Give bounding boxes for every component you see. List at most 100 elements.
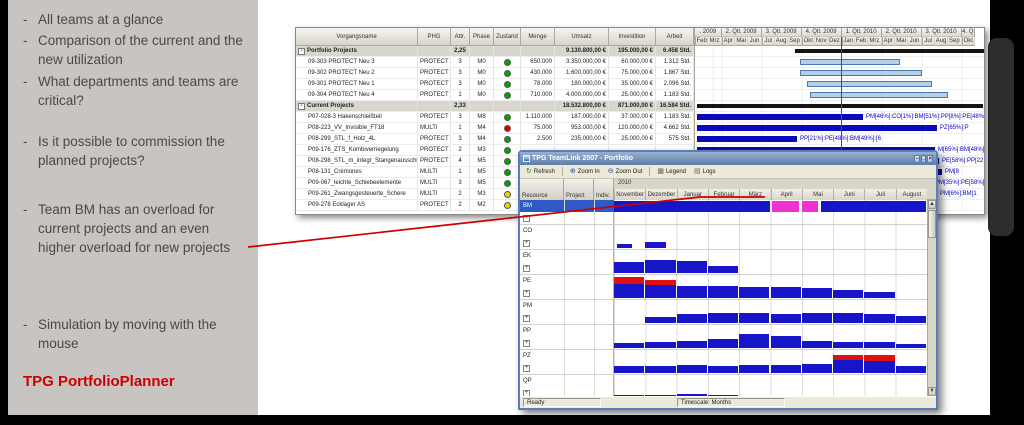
expand-icon[interactable]: +: [523, 290, 530, 297]
gantt-bar-light[interactable]: [800, 59, 900, 65]
load-bar[interactable]: [614, 201, 770, 212]
expand-icon[interactable]: +: [523, 365, 530, 372]
load-bar[interactable]: [707, 313, 739, 323]
load-bar[interactable]: [614, 284, 645, 298]
table-row[interactable]: - Portfolio Projects 2,25 9.130.800,00 €195…: [296, 46, 694, 57]
load-bar[interactable]: [645, 280, 676, 285]
col-header-phase[interactable]: Phase: [470, 28, 494, 46]
load-bar[interactable]: [801, 288, 833, 298]
load-bar[interactable]: [645, 366, 676, 373]
resource-cell[interactable]: CO +: [520, 225, 614, 249]
col-header-vorgangsname[interactable]: Vorgangsname: [296, 28, 418, 46]
load-bar[interactable]: [676, 261, 707, 273]
resource-cell[interactable]: PZ +: [520, 350, 614, 374]
load-bar[interactable]: [820, 201, 926, 212]
load-bar[interactable]: [770, 314, 801, 323]
tl-col-indiv-[interactable]: Indiv.: [594, 179, 614, 200]
resource-cell[interactable]: EK +: [520, 250, 614, 274]
resource-cell[interactable]: PE +: [520, 275, 614, 299]
scroll-thumb[interactable]: [928, 210, 936, 238]
gantt-bar-dark[interactable]: [697, 136, 797, 142]
load-bar[interactable]: [770, 336, 801, 348]
collapse-icon[interactable]: -: [298, 102, 305, 110]
load-bar[interactable]: [772, 201, 800, 212]
gantt-bar-dark[interactable]: [697, 114, 863, 120]
col-header-investition[interactable]: Investition: [609, 28, 656, 46]
vertical-scrollbar[interactable]: ▲ ▼: [927, 200, 936, 396]
load-bar[interactable]: [864, 361, 895, 373]
expand-icon[interactable]: +: [523, 315, 530, 322]
load-bar[interactable]: [707, 286, 739, 298]
scroll-up-button[interactable]: ▲: [928, 200, 936, 209]
table-row[interactable]: 09-303 PROTECT Neu 3 PROTECT 3 M0 650.000 3.3…: [296, 57, 694, 68]
expand-icon[interactable]: +: [523, 265, 530, 272]
load-bar[interactable]: [645, 260, 676, 273]
toolbar-refresh-button[interactable]: ↻ Refresh: [523, 167, 558, 176]
load-bar[interactable]: [676, 286, 707, 298]
load-bar[interactable]: [801, 341, 833, 348]
toolbar-logs-button[interactable]: ▤ Logs: [691, 167, 719, 176]
scroll-down-button[interactable]: ▼: [928, 387, 936, 396]
col-header-arbeit[interactable]: Arbeit: [656, 28, 694, 46]
load-bar[interactable]: [645, 342, 676, 348]
load-bar[interactable]: [645, 317, 676, 323]
toolbar-legend-button[interactable]: ▦ Legend: [654, 167, 689, 176]
table-row[interactable]: 09-301 PROTECT Neu 1 PROTECT 3 M0 78.000 180.…: [296, 79, 694, 90]
load-bar[interactable]: [864, 292, 895, 298]
load-bar[interactable]: [739, 287, 770, 298]
load-bar[interactable]: [833, 290, 864, 298]
table-row[interactable]: 09-302 PROTECT Neu 2 PROTECT 3 M0 430.000 1.6…: [296, 68, 694, 79]
load-bar[interactable]: [833, 342, 864, 348]
load-bar[interactable]: [895, 366, 926, 373]
resource-cell[interactable]: PM +: [520, 300, 614, 324]
col-header-attr-[interactable]: Attr.: [451, 28, 470, 46]
load-bar[interactable]: [739, 313, 770, 323]
load-bar[interactable]: [617, 244, 632, 248]
load-bar[interactable]: [833, 360, 864, 373]
load-bar[interactable]: [614, 366, 645, 373]
table-row[interactable]: P08-223_VV_Invisible_FT18 MULTI 1 M4 75.000 9…: [296, 123, 694, 134]
col-header-zustand[interactable]: Zustand: [494, 28, 521, 46]
gantt-bar-dark[interactable]: [697, 125, 937, 131]
table-row[interactable]: P08-299_STL_f_Holz_4L PROTECT 3 M4 2.500 235.…: [296, 134, 694, 145]
load-bar[interactable]: [770, 287, 801, 298]
load-bar[interactable]: [676, 314, 707, 323]
load-bar[interactable]: [833, 313, 864, 323]
load-bar[interactable]: [614, 262, 645, 273]
gantt-bar-light[interactable]: [810, 92, 948, 98]
load-bar[interactable]: [739, 334, 770, 348]
toolbar-zoom-out-button[interactable]: ⊖ Zoom Out: [605, 167, 646, 176]
expand-icon[interactable]: +: [523, 340, 530, 347]
expand-icon[interactable]: +: [523, 240, 530, 247]
load-bar[interactable]: [645, 242, 667, 248]
load-bar[interactable]: [707, 366, 739, 373]
load-bar[interactable]: [645, 285, 676, 298]
load-bar[interactable]: [676, 341, 707, 348]
load-bar[interactable]: [739, 365, 770, 373]
gantt-bar-light[interactable]: [807, 81, 932, 87]
collapse-icon[interactable]: -: [298, 47, 305, 55]
window-titlebar[interactable]: TPG TeamLink 2007 - Portfolio − □ ×: [520, 152, 936, 165]
resource-cell[interactable]: QP +: [520, 375, 614, 396]
col-header-menge[interactable]: Menge: [521, 28, 555, 46]
load-bar[interactable]: [676, 365, 707, 373]
load-bar[interactable]: [864, 342, 895, 348]
resource-cell[interactable]: PP +: [520, 325, 614, 349]
toolbar-zoom-in-button[interactable]: ⊕ Zoom In: [567, 167, 603, 176]
load-bar[interactable]: [614, 277, 645, 284]
load-bar[interactable]: [801, 201, 818, 212]
load-bar[interactable]: [864, 355, 895, 361]
col-header-phg[interactable]: PHG: [418, 28, 451, 46]
tl-col-project[interactable]: Project: [564, 179, 594, 200]
tl-col-resource[interactable]: Resource: [520, 179, 564, 200]
gantt-bar-light[interactable]: [800, 70, 922, 76]
col-header-umsatz[interactable]: Umsatz: [555, 28, 609, 46]
minimize-button[interactable]: −: [914, 154, 920, 163]
resource-cell[interactable]: BM +: [520, 200, 614, 224]
table-row[interactable]: - Current Projects 2,33 18.532.800,00 €871.…: [296, 101, 694, 112]
load-bar[interactable]: [895, 316, 926, 323]
load-bar[interactable]: [895, 344, 926, 348]
load-bar[interactable]: [801, 364, 833, 373]
load-bar[interactable]: [770, 365, 801, 373]
load-bar[interactable]: [833, 355, 864, 360]
